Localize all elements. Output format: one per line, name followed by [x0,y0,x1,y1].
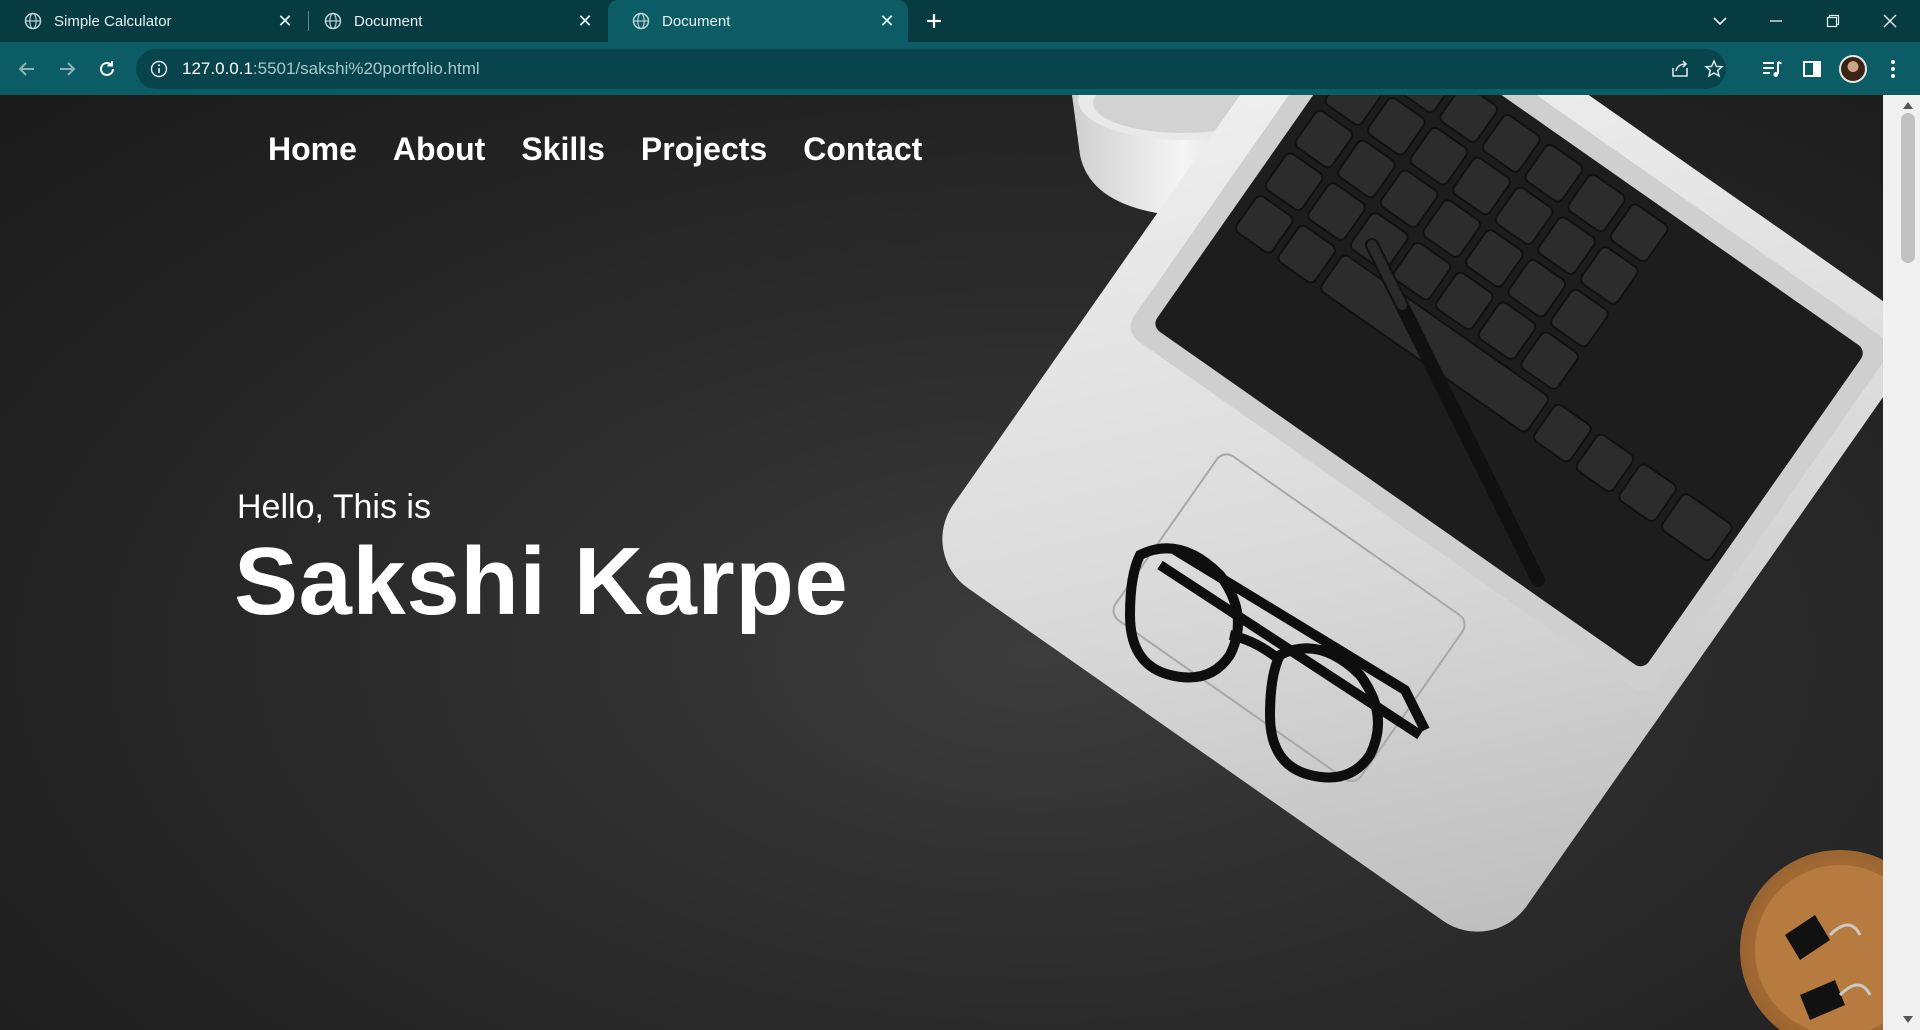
arrow-right-icon [60,62,76,76]
scroll-up-arrow[interactable] [1900,98,1916,112]
side-panel-button[interactable] [1795,52,1829,86]
playlist-icon [1763,61,1782,77]
restore-button[interactable] [1805,0,1861,42]
info-icon[interactable] [150,60,168,78]
forward-button[interactable] [50,52,84,86]
browser-toolbar: 127.0.0.1:5501/sakshi%20portfolio.html [0,42,1920,95]
scroll-down-arrow[interactable] [1900,1012,1916,1026]
close-icon[interactable]: ✕ [874,8,900,34]
cork-tray [1740,850,1883,1030]
tab-title: Document [662,12,731,30]
close-icon[interactable]: ✕ [572,8,598,34]
profile-button[interactable] [1836,52,1870,86]
restore-icon [1826,14,1840,28]
url-text: 127.0.0.1:5501/sakshi%20portfolio.html [182,59,480,79]
page-viewport: Home About Skills Projects Contact Hello… [0,95,1883,1030]
laptop [942,95,1883,932]
caret-up-icon [1903,101,1913,109]
tab-search-button[interactable] [1692,0,1748,42]
tab-document-active[interactable]: Document ✕ [608,0,908,42]
tab-document-1[interactable]: Document ✕ [300,0,606,42]
tab-title: Simple Calculator [54,12,172,30]
menu-button[interactable] [1876,52,1910,86]
globe-icon [324,12,342,30]
tab-strip: Simple Calculator ✕ Document ✕ Document … [0,0,1920,42]
caret-down-icon [1903,1015,1913,1023]
nav-about-link[interactable]: About [393,131,485,168]
star-icon [1704,59,1724,78]
url-host: 127.0.0.1 [182,59,253,78]
tab-title: Document [354,12,423,30]
nav-contact-link[interactable]: Contact [803,131,922,168]
media-control-button[interactable] [1755,52,1789,86]
nav-projects-link[interactable]: Projects [641,131,767,168]
reload-icon [100,61,114,76]
reload-button[interactable] [90,52,124,86]
side-panel-icon [1803,61,1821,77]
scrollbar-thumb[interactable] [1901,113,1915,263]
close-window-button[interactable] [1862,0,1918,42]
hero-name: Sakshi Karpe [234,528,849,635]
tab-simple-calculator[interactable]: Simple Calculator ✕ [0,0,306,42]
avatar [1839,55,1867,83]
kebab-menu-icon [1891,60,1895,78]
hero-greeting: Hello, This is [237,488,431,526]
nav-home-link[interactable]: Home [268,131,357,168]
nav-skills-link[interactable]: Skills [521,131,605,168]
chevron-down-icon [1713,17,1727,26]
minimize-button[interactable] [1748,0,1804,42]
plus-icon [927,14,941,28]
globe-icon [632,12,650,30]
arrow-left-icon [18,62,34,76]
minimize-icon [1770,20,1782,22]
close-icon [1883,14,1897,28]
address-bar[interactable]: 127.0.0.1:5501/sakshi%20portfolio.html [136,49,1726,89]
close-icon[interactable]: ✕ [272,8,298,34]
back-button[interactable] [10,52,44,86]
bookmark-button[interactable] [1701,56,1727,82]
new-tab-button[interactable] [918,6,950,36]
share-button[interactable] [1667,56,1693,82]
main-nav: Home About Skills Projects Contact [268,131,922,168]
url-path: :5501/sakshi%20portfolio.html [252,59,480,78]
share-icon [1672,60,1688,77]
globe-icon [24,12,42,30]
